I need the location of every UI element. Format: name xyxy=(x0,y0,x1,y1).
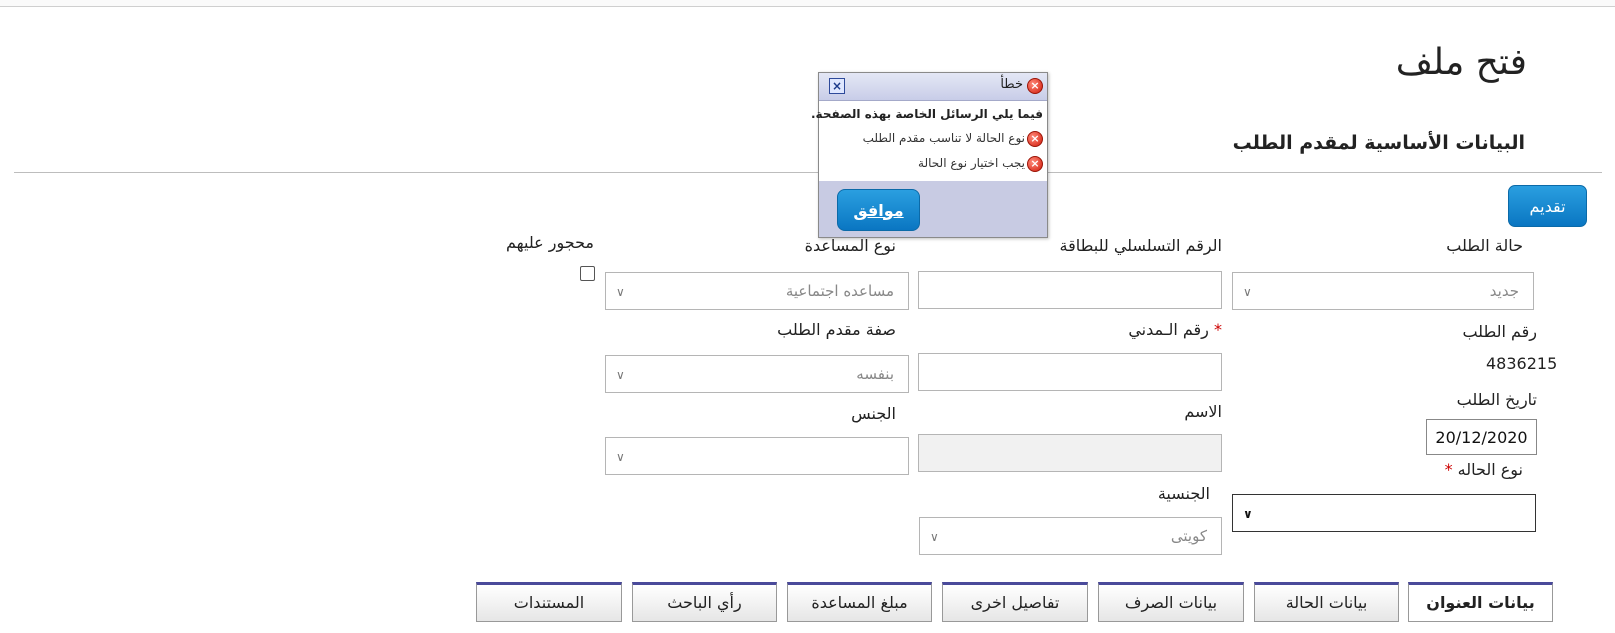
close-icon[interactable]: × xyxy=(829,78,845,94)
dialog-message: نوع الحالة لا تناسب مقدم الطلب xyxy=(862,131,1025,145)
case-type-select[interactable]: ∨ xyxy=(1232,494,1536,532)
section-title: البيانات الأساسية لمقدم الطلب xyxy=(1232,132,1525,154)
error-icon: × xyxy=(1027,156,1043,172)
restricted-label: محجور عليهم xyxy=(506,233,594,252)
applicant-capacity-value: بنفسه xyxy=(856,365,894,383)
gender-select[interactable]: ∨ xyxy=(605,437,909,475)
tab-address[interactable]: بيانات العنوان xyxy=(1408,582,1553,622)
dialog-body: فيما يلي الرسائل الخاصة بهذه الصفحة. × ن… xyxy=(811,101,1047,181)
chevron-down-icon: ∨ xyxy=(1243,285,1252,299)
tab-other-details[interactable]: تفاصيل اخرى xyxy=(942,582,1088,622)
name-input xyxy=(918,434,1222,472)
civil-id-input[interactable] xyxy=(918,353,1222,391)
top-border xyxy=(0,0,1615,7)
chevron-down-icon: ∨ xyxy=(616,285,625,299)
request-number-value: 4836215 xyxy=(1486,354,1558,373)
required-mark: * xyxy=(1444,460,1453,479)
dialog-footer: موافق xyxy=(819,181,1047,237)
tab-researcher-opinion[interactable]: رأي الباحث xyxy=(632,582,777,622)
request-date-label: تاريخ الطلب xyxy=(1456,390,1537,409)
request-status-label: حالة الطلب xyxy=(1446,236,1523,255)
dialog-message: يجب اختيار نوع الحالة xyxy=(918,156,1025,170)
request-number-label: رقم الطلب xyxy=(1462,322,1537,341)
request-status-select[interactable]: جديد ∨ xyxy=(1232,272,1534,310)
card-serial-input[interactable] xyxy=(918,271,1222,309)
gender-label: الجنس xyxy=(851,404,896,423)
case-type-label: نوع الحاله * xyxy=(1445,460,1523,479)
assistance-type-value: مساعده اجتماعية xyxy=(785,282,894,300)
restricted-checkbox[interactable] xyxy=(580,266,595,281)
chevron-down-icon: ∨ xyxy=(616,450,625,464)
tab-case-data[interactable]: بيانات الحالة xyxy=(1254,582,1399,622)
tab-documents[interactable]: المستندات xyxy=(476,582,622,622)
assistance-type-label: نوع المساعدة xyxy=(804,236,896,255)
civil-id-label-text: رقم الـمدني xyxy=(1128,320,1209,339)
request-date-input[interactable]: 20/12/2020 xyxy=(1426,419,1537,455)
dialog-titlebar: × خطأ × xyxy=(819,73,1047,101)
applicant-capacity-select[interactable]: بنفسه ∨ xyxy=(605,355,909,393)
error-icon: × xyxy=(1027,131,1043,147)
name-label: الاسم xyxy=(1184,402,1222,421)
chevron-down-icon: ∨ xyxy=(930,530,939,544)
card-serial-label: الرقم التسلسلي للبطاقة xyxy=(1059,236,1222,255)
nationality-label: الجنسية xyxy=(1157,484,1210,503)
assistance-type-select[interactable]: مساعده اجتماعية ∨ xyxy=(605,272,909,310)
submit-button[interactable]: تقديم xyxy=(1508,185,1587,227)
dialog-heading: فيما يلي الرسائل الخاصة بهذه الصفحة. xyxy=(810,107,1043,121)
page-title: فتح ملف xyxy=(1395,42,1527,83)
ok-button[interactable]: موافق xyxy=(837,189,920,231)
chevron-down-icon: ∨ xyxy=(1243,507,1253,521)
divider xyxy=(14,172,1602,173)
error-dialog: × خطأ × فيما يلي الرسائل الخاصة بهذه الص… xyxy=(811,72,1048,238)
applicant-capacity-label: صفة مقدم الطلب xyxy=(777,320,896,339)
case-type-label-text: نوع الحاله xyxy=(1457,460,1523,479)
required-mark: * xyxy=(1214,320,1222,339)
tab-assistance-amount[interactable]: مبلغ المساعدة xyxy=(787,582,932,622)
chevron-down-icon: ∨ xyxy=(616,368,625,382)
error-icon: × xyxy=(1027,78,1043,94)
tab-disbursement[interactable]: بيانات الصرف xyxy=(1098,582,1244,622)
dialog-title: خطأ xyxy=(1000,77,1023,92)
civil-id-label: * رقم الـمدني xyxy=(1128,320,1222,339)
nationality-value: كويتى xyxy=(1170,527,1207,545)
request-status-value: جديد xyxy=(1489,282,1519,300)
nationality-select[interactable]: كويتى ∨ xyxy=(919,517,1222,555)
